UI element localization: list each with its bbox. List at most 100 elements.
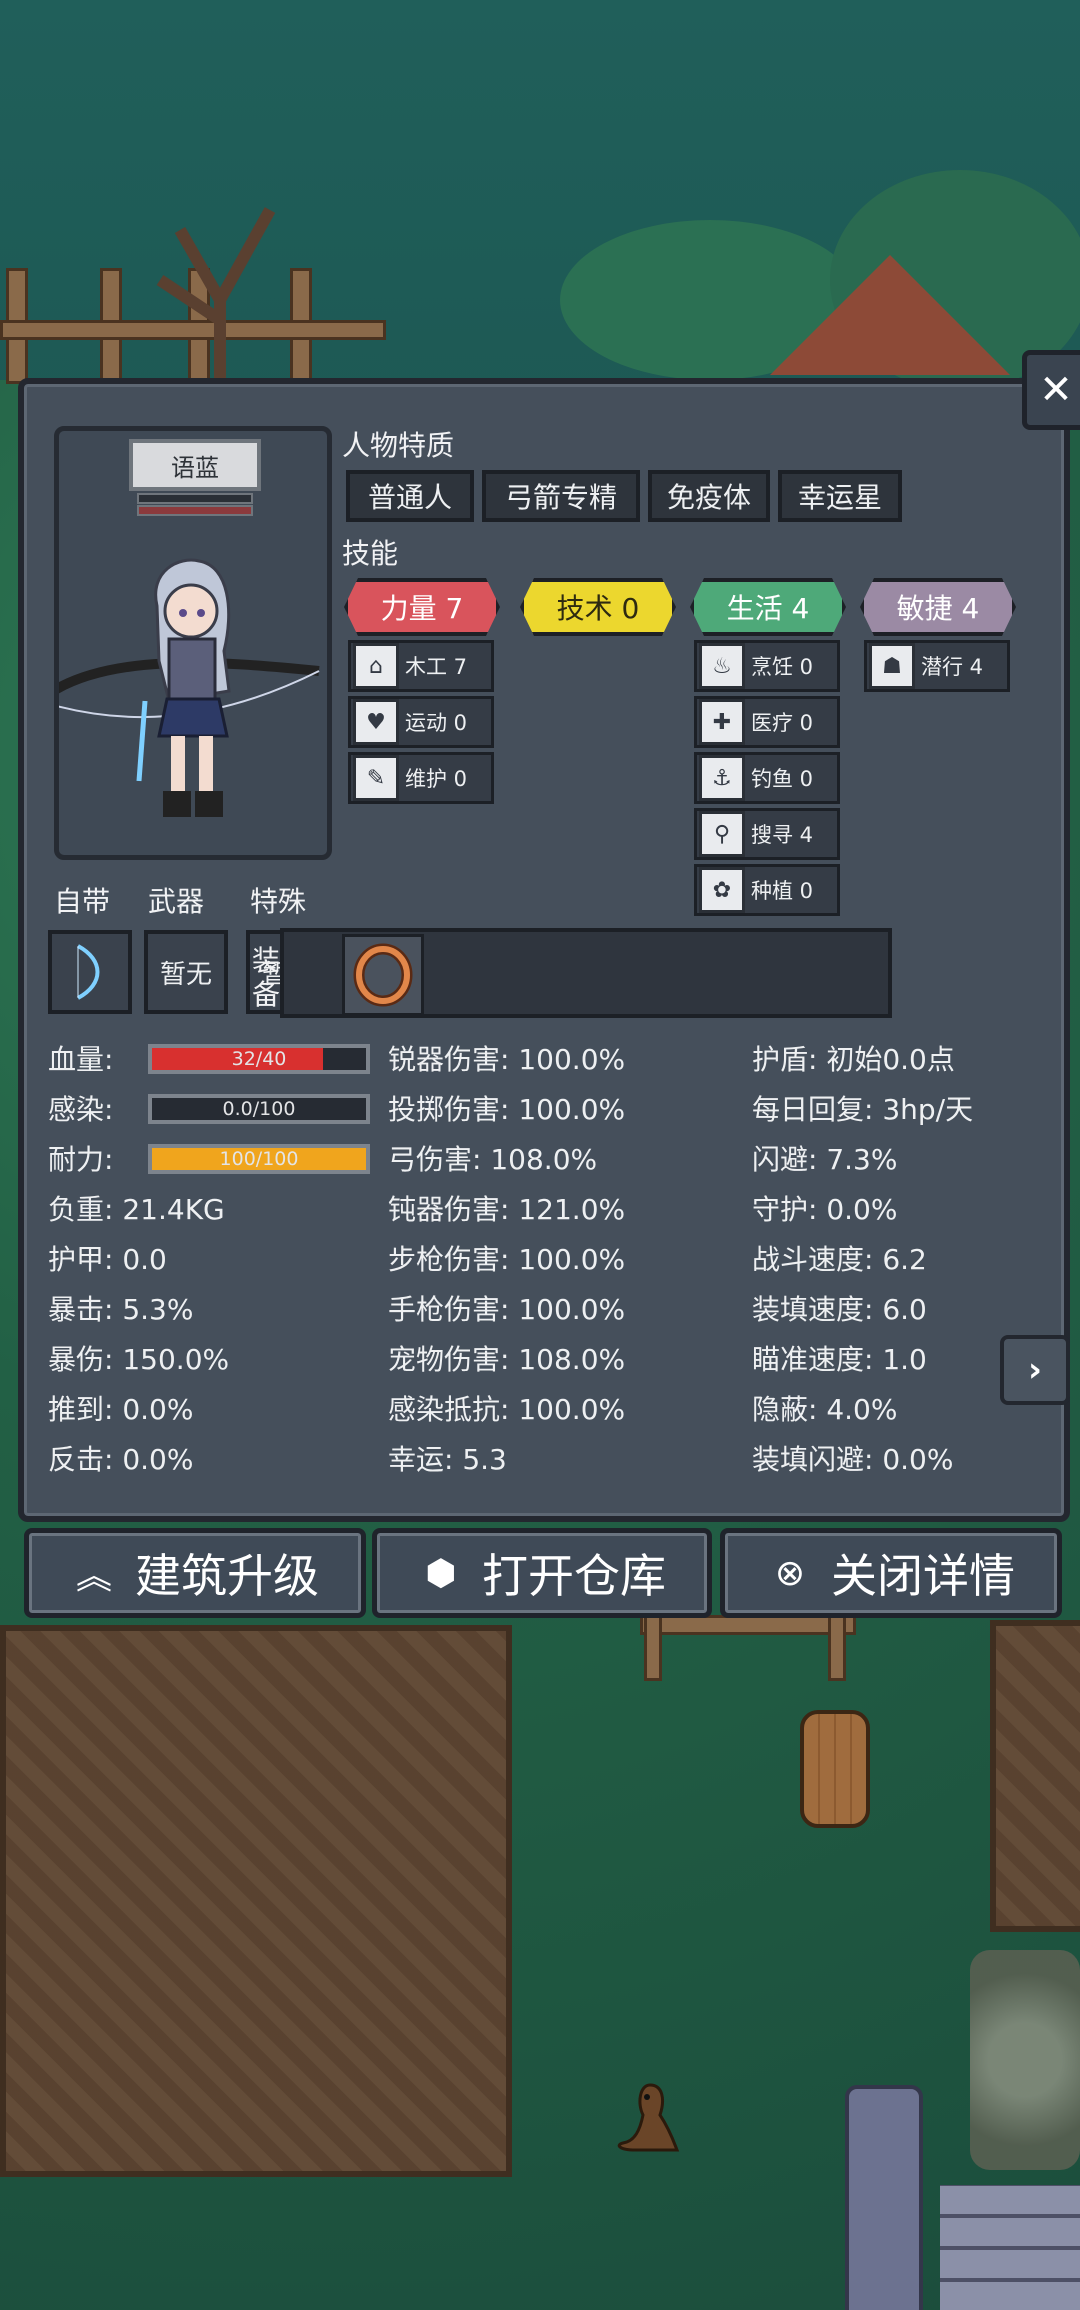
stat-dodge: 闪避: 7.3% — [752, 1143, 898, 1176]
flower-icon: ✿ — [699, 867, 745, 913]
skill-label: 医疗 0 — [751, 711, 814, 735]
traits-heading: 人物特质 — [342, 429, 455, 462]
stone-pillar — [845, 2085, 923, 2310]
skill-search[interactable]: ⚲ 搜寻 4 — [694, 808, 840, 860]
bow-icon — [77, 944, 100, 1000]
stat-blunt-damage: 钝器伤害: 121.0% — [388, 1193, 626, 1226]
name-underline — [137, 505, 253, 516]
double-chevron-up-icon: ︽ — [75, 1556, 112, 1597]
chevron-right-icon: › — [1027, 1350, 1042, 1390]
next-page-button[interactable]: › — [1000, 1335, 1070, 1405]
sign-post — [644, 1615, 662, 1681]
carry-slot[interactable] — [48, 930, 132, 1014]
button-label: 关闭详情 — [831, 1549, 1015, 1603]
hp-label: 血量: — [48, 1043, 114, 1076]
sign-post — [828, 1615, 846, 1681]
skill-cooking[interactable]: ♨ 烹饪 0 — [694, 640, 840, 692]
stat-counter: 反击: 0.0% — [48, 1443, 194, 1476]
stone-wall — [940, 2185, 1080, 2310]
building-upgrade-button[interactable]: ︽ 建筑升级 — [24, 1528, 366, 1618]
equipment-slot[interactable] — [342, 934, 424, 1016]
skills-heading: 技能 — [342, 537, 399, 570]
stamina-label: 耐力: — [48, 1143, 114, 1176]
stat-combat-speed: 战斗速度: 6.2 — [752, 1243, 927, 1276]
skill-sport[interactable]: ♥ 运动 0 — [348, 696, 494, 748]
stamina-bar-text: 100/100 — [219, 1147, 299, 1170]
stat-guard: 守护: 0.0% — [752, 1193, 898, 1226]
skill-category-agility[interactable]: 敏捷 4 — [860, 578, 1016, 636]
farm-plot — [0, 1625, 512, 2177]
wrench-icon: ✎ — [353, 755, 399, 801]
trait-badge[interactable]: 弓箭专精 — [482, 470, 640, 522]
skill-fishing[interactable]: ⚓ 钓鱼 0 — [694, 752, 840, 804]
stat-knockdown: 推到: 0.0% — [48, 1393, 194, 1426]
magnifier-icon: ⚲ — [699, 811, 745, 857]
skill-carpentry[interactable]: ⌂ 木工 7 — [348, 640, 494, 692]
infection-bar: 0.0/100 — [148, 1094, 370, 1124]
character-portrait: 语蓝 — [54, 426, 332, 860]
hp-bar: 32/40 — [148, 1044, 370, 1074]
close-panel-button[interactable]: ✕ — [1022, 350, 1080, 430]
stat-throw-damage: 投掷伤害: 100.0% — [388, 1093, 626, 1126]
stat-crit: 暴击: 5.3% — [48, 1293, 194, 1326]
skill-category-tech[interactable]: 技术 0 — [520, 578, 676, 636]
equipment-bar — [280, 928, 892, 1018]
name-underline — [137, 493, 253, 504]
trait-badge[interactable]: 幸运星 — [778, 470, 902, 522]
skill-category-strength[interactable]: 力量 7 — [344, 578, 500, 636]
open-warehouse-button[interactable]: ⬢ 打开仓库 — [372, 1528, 712, 1618]
hp-bar-text: 32/40 — [231, 1047, 287, 1070]
skill-label: 木工 7 — [405, 655, 468, 679]
skill-planting[interactable]: ✿ 种植 0 — [694, 864, 840, 916]
bare-tree-icon — [156, 207, 276, 390]
house-icon: ⌂ — [353, 643, 399, 689]
trait-badge[interactable]: 免疫体 — [648, 470, 770, 522]
weapon-slot[interactable]: 暂无 — [144, 930, 228, 1014]
stat-reload-speed: 装填速度: 6.0 — [752, 1293, 927, 1326]
stat-daily-regen: 每日回复: 3hp/天 — [752, 1093, 974, 1126]
farm-plot — [990, 1620, 1080, 1932]
stat-shield: 护盾: 初始0.0点 — [752, 1043, 955, 1076]
infection-label: 感染: — [48, 1093, 114, 1126]
stat-pistol-damage: 手枪伤害: 100.0% — [388, 1293, 626, 1326]
stat-stealth: 隐蔽: 4.0% — [752, 1393, 898, 1426]
close-details-button[interactable]: ⊗ 关闭详情 — [720, 1528, 1062, 1618]
close-icon: ✕ — [1039, 367, 1073, 413]
ring-icon — [353, 943, 413, 1007]
stat-reload-dodge: 装填闪避: 0.0% — [752, 1443, 954, 1476]
sneak-icon: ☗ — [869, 643, 915, 689]
skill-label: 钓鱼 0 — [751, 767, 814, 791]
skill-label: 种植 0 — [751, 879, 814, 903]
trait-badge[interactable]: 普通人 — [346, 470, 474, 522]
skill-label: 运动 0 — [405, 711, 468, 735]
weapon-slot-label: 武器 — [148, 885, 205, 918]
stat-rifle-damage: 步枪伤害: 100.0% — [388, 1243, 626, 1276]
barrel[interactable] — [800, 1710, 870, 1828]
rock-pile — [970, 1950, 1080, 2170]
house-roof — [770, 255, 1010, 375]
stat-luck: 幸运: 5.3 — [388, 1443, 507, 1476]
skill-category-life[interactable]: 生活 4 — [690, 578, 846, 636]
stat-sharp-damage: 锐器伤害: 100.0% — [388, 1043, 626, 1076]
stat-pet-damage: 宠物伤害: 108.0% — [388, 1343, 626, 1376]
skill-sneak[interactable]: ☗ 潜行 4 — [864, 640, 1010, 692]
sign-post — [640, 1615, 856, 1635]
circle-x-icon: ⊗ — [774, 1552, 806, 1594]
button-label: 打开仓库 — [482, 1549, 666, 1603]
medkit-icon: ✚ — [699, 699, 745, 745]
skill-maintenance[interactable]: ✎ 维护 0 — [348, 752, 494, 804]
skill-label: 烹饪 0 — [751, 655, 814, 679]
stat-armor: 护甲: 0.0 — [48, 1243, 167, 1276]
carry-slot-label: 自带 — [54, 885, 111, 918]
special-slot-label: 特殊 — [250, 885, 307, 918]
boxes-icon: ⬢ — [425, 1552, 457, 1594]
skill-medical[interactable]: ✚ 医疗 0 — [694, 696, 840, 748]
stat-load: 负重: 21.4KG — [48, 1193, 225, 1226]
pot-icon: ♨ — [699, 643, 745, 689]
infection-bar-text: 0.0/100 — [222, 1097, 296, 1120]
stamina-bar: 100/100 — [148, 1144, 370, 1174]
otter-pet-icon[interactable] — [615, 2075, 685, 2155]
stat-infection-resist: 感染抵抗: 100.0% — [388, 1393, 626, 1426]
heart-icon: ♥ — [353, 699, 399, 745]
fishing-icon: ⚓ — [699, 755, 745, 801]
